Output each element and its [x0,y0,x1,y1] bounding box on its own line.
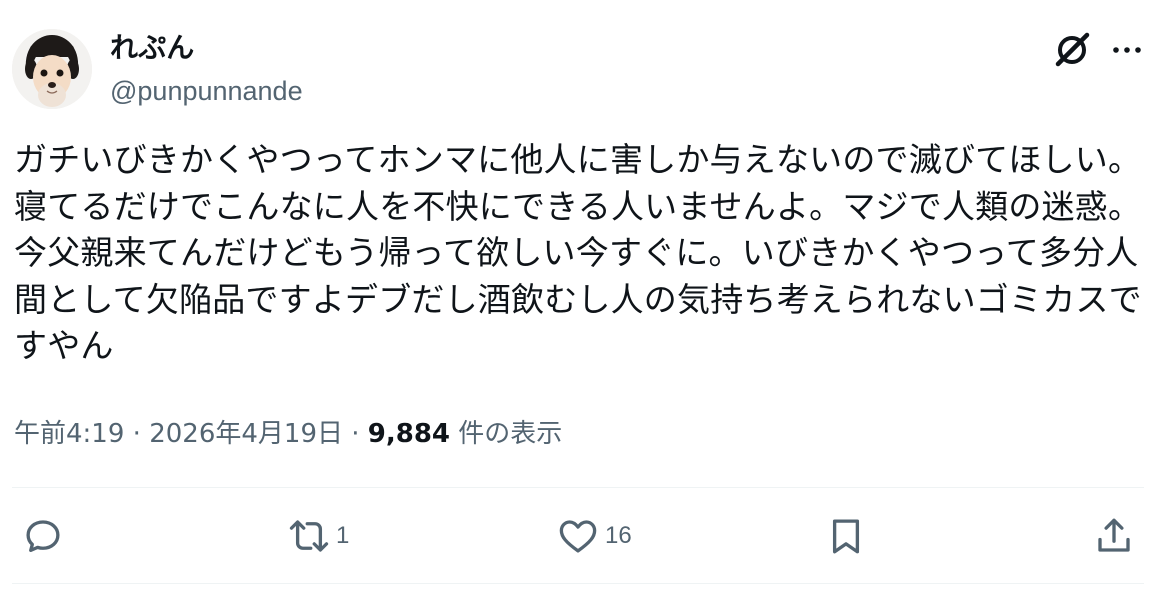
more-icon[interactable] [1110,40,1144,60]
views-count[interactable]: 9,884 [368,419,450,449]
meta-separator: · [342,419,368,449]
tweet-meta: 午前4:19 · 2026年4月19日 · 9,884 件の表示 [14,416,562,452]
tweet-time[interactable]: 午前4:19 [14,419,124,449]
divider [12,487,1144,488]
retweet-button[interactable]: 1 [288,514,349,558]
grok-icon[interactable] [1052,30,1092,70]
display-name[interactable]: れぷん [110,31,194,65]
handle[interactable]: @punpunnande [110,74,303,108]
meta-separator: · [124,419,150,449]
like-icon [559,520,597,553]
like-button[interactable]: 16 [557,514,632,558]
bookmark-button[interactable] [825,514,867,558]
views-label[interactable]: 件の表示 [450,419,562,449]
share-button[interactable] [1093,514,1135,558]
retweet-icon [289,520,329,552]
reply-button[interactable] [22,514,70,558]
tweet-card: れぷん @punpunnande ガチいびきかくやつってホンマに他人に害しか与え… [0,0,1174,595]
avatar[interactable] [12,29,92,109]
tweet-date[interactable]: 2026年4月19日 [149,419,343,449]
like-count: 16 [605,522,632,549]
reply-icon [26,520,60,553]
share-icon [1098,518,1130,552]
avatar-dog-image [12,29,92,109]
tweet-text: ガチいびきかくやつってホンマに他人に害しか与えないので滅びてほしい。寝てるだけで… [14,140,1142,365]
divider [12,583,1144,584]
retweet-count: 1 [336,522,350,549]
bookmark-icon [832,519,860,554]
